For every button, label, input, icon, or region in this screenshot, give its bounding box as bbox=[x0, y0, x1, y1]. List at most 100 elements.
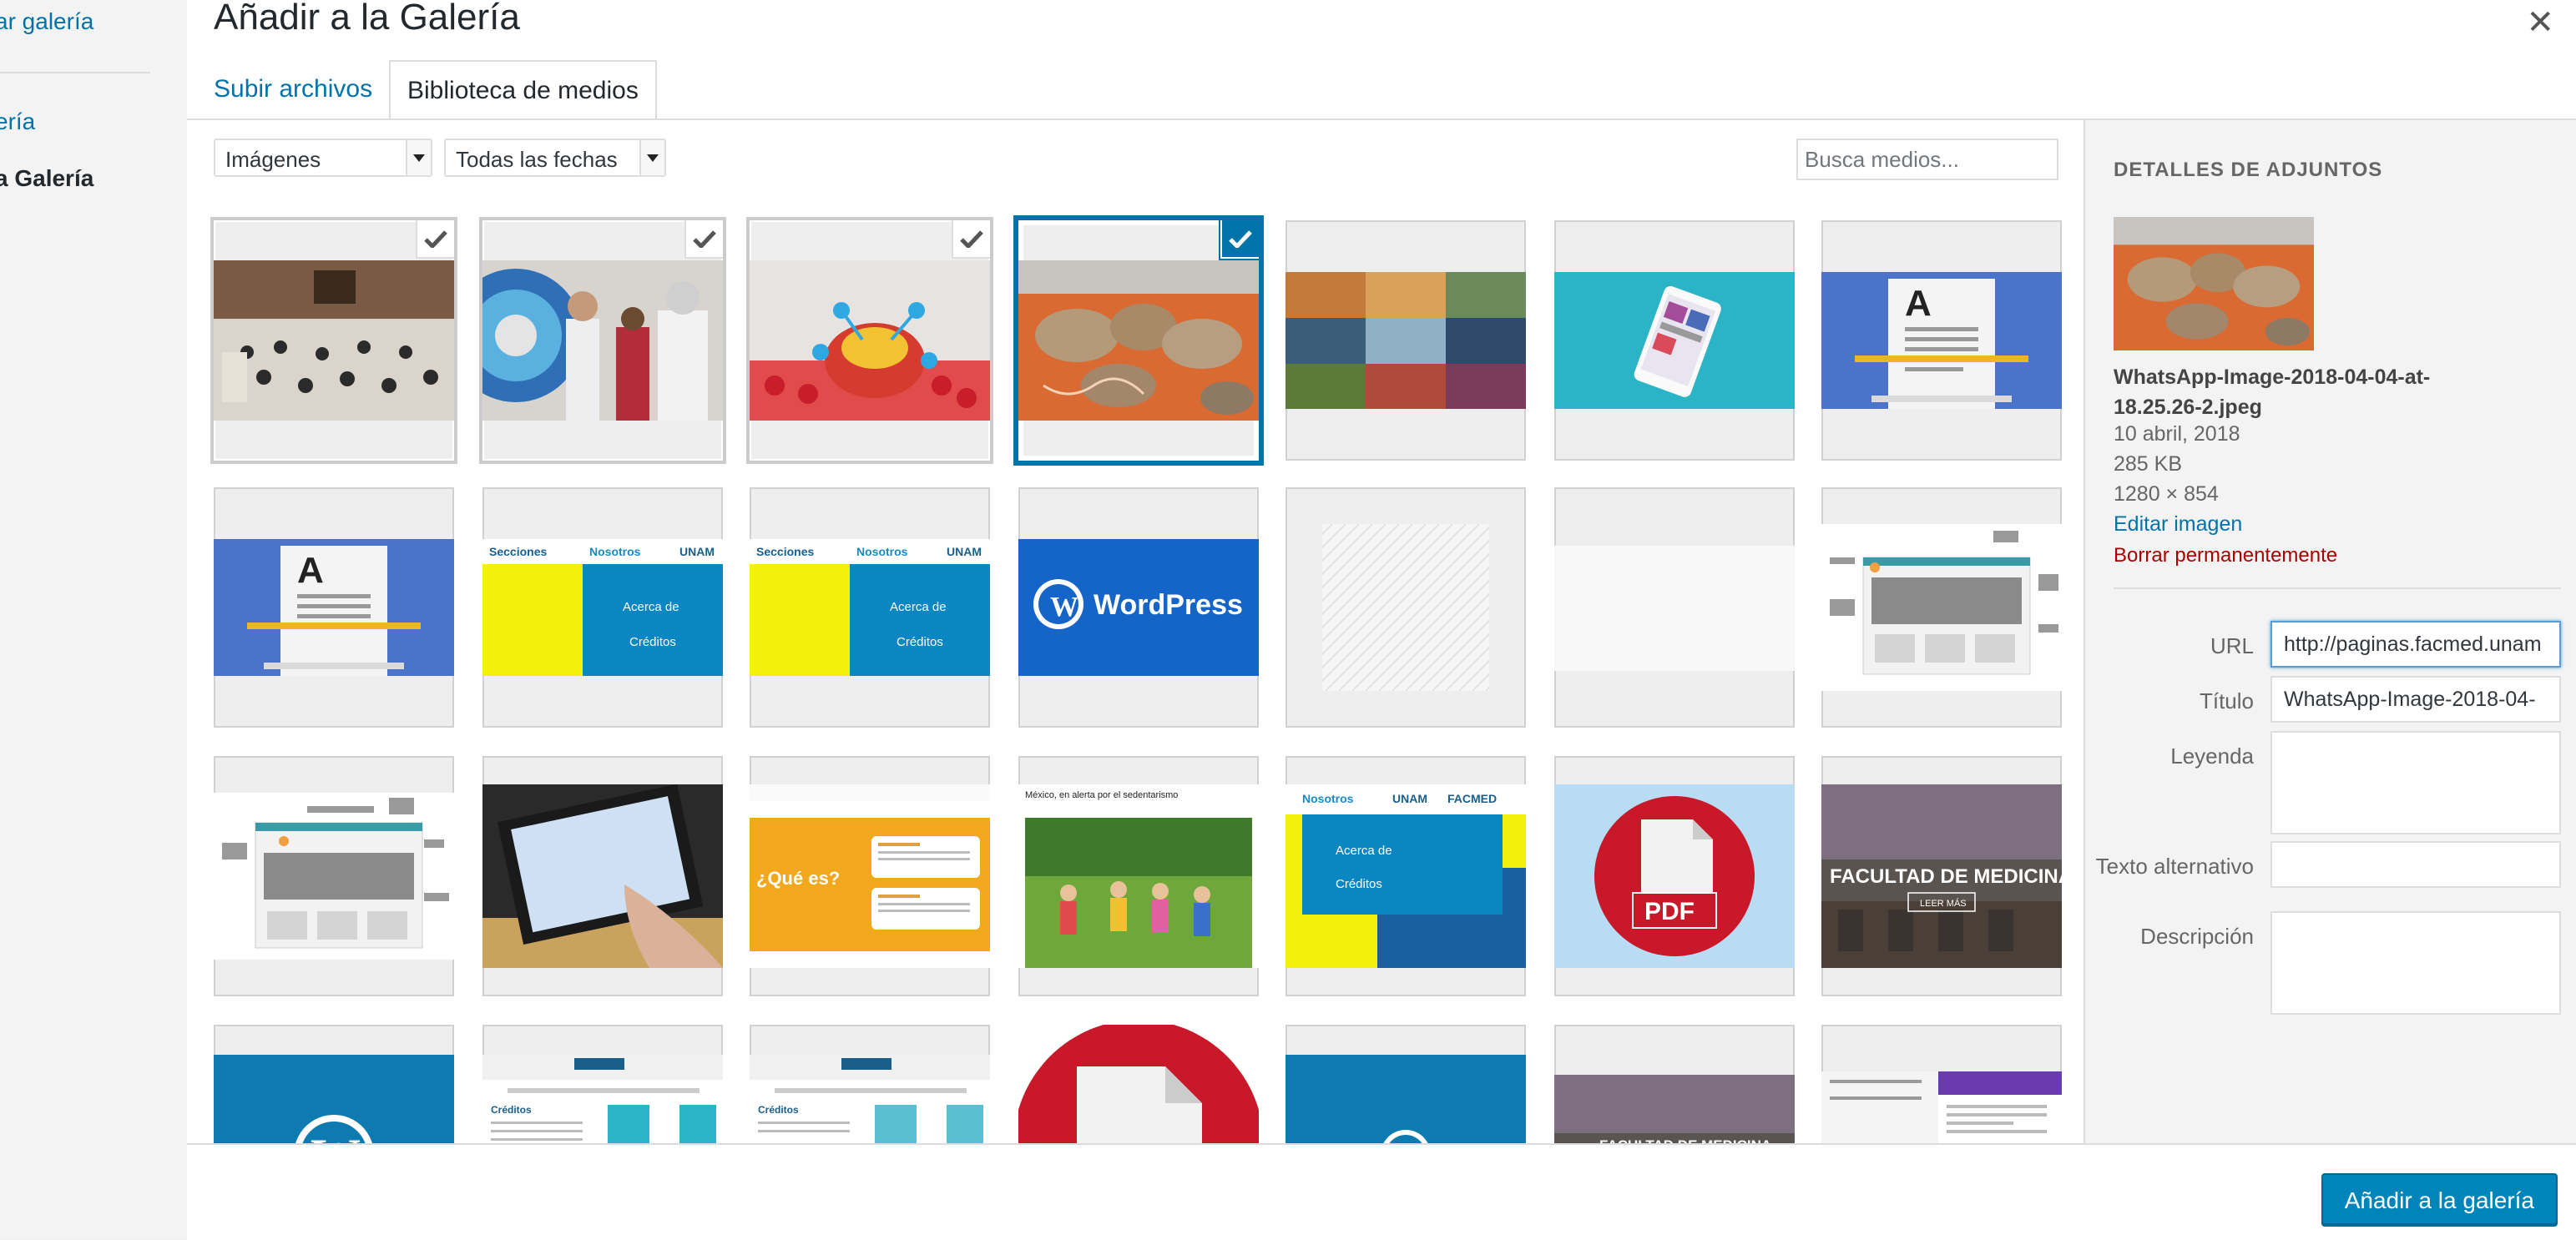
thumb-text-que-es: ¿Qué es? bbox=[756, 868, 840, 889]
url-field[interactable]: http://paginas.facmed.unam bbox=[2270, 621, 2561, 668]
thumb-text-leer-mas: LEER MÁS bbox=[1920, 898, 1967, 909]
media-tile[interactable]: México, en alerta por el sedentarismo bbox=[1018, 756, 1259, 996]
media-tile[interactable]: A bbox=[214, 487, 454, 728]
url-label: URL bbox=[2210, 633, 2254, 658]
attachment-details-panel: DETALLES DE ADJUNTOS WhatsApp-Image-2018… bbox=[2084, 120, 2576, 1143]
thumb-text-nosotros: Nosotros bbox=[1302, 792, 1354, 805]
thumbnail-photo-collage bbox=[1285, 272, 1526, 409]
selection-check[interactable] bbox=[416, 220, 454, 259]
thumb-text-mexico-alerta: México, en alerta por el sedentarismo bbox=[1025, 790, 1178, 800]
thumbnail-transparent bbox=[1322, 524, 1489, 691]
thumbnail-auditorium bbox=[214, 260, 454, 421]
thumbnail-site-menu: Secciones Nosotros UNAM Acerca de Crédit… bbox=[482, 539, 723, 676]
tab-upload-files[interactable]: Subir archivos bbox=[197, 60, 389, 118]
create-gallery-link[interactable]: ar galería bbox=[0, 8, 93, 35]
thumb-text-secciones: Secciones bbox=[489, 545, 547, 558]
attachment-thumbnail-image bbox=[2114, 217, 2314, 350]
svg-text:W: W bbox=[1050, 592, 1078, 623]
selection-check-active[interactable] bbox=[1220, 220, 1259, 259]
media-tile[interactable] bbox=[1554, 487, 1795, 728]
thumbnail-cell-model bbox=[750, 260, 990, 421]
thumb-text-acerca: Acerca de bbox=[623, 600, 679, 614]
title-field[interactable]: WhatsApp-Image-2018-04- bbox=[2270, 676, 2561, 723]
add-to-gallery-button[interactable]: Añadir a la galería bbox=[2321, 1173, 2558, 1225]
media-tile[interactable] bbox=[482, 220, 723, 461]
media-tile[interactable]: Créditos bbox=[482, 1025, 723, 1143]
media-tile[interactable] bbox=[1285, 220, 1526, 461]
thumb-text-facmed: FACMED bbox=[1447, 792, 1497, 805]
chevron-down-icon bbox=[639, 140, 664, 175]
edit-gallery-link[interactable]: ería bbox=[0, 108, 35, 135]
thumb-text-unam: UNAM bbox=[1392, 792, 1427, 805]
delete-permanently-link[interactable]: Borrar permanentemente bbox=[2114, 544, 2337, 567]
thumb-text-secciones: Secciones bbox=[756, 545, 814, 558]
media-tile[interactable] bbox=[1821, 1025, 2062, 1143]
thumbnail-admin-screenshot bbox=[1821, 1071, 2062, 1143]
search-input[interactable] bbox=[1796, 139, 2058, 180]
check-icon bbox=[1229, 230, 1252, 248]
media-tile[interactable]: Nosotros UNAM FACMED Acerca de Créditos bbox=[1285, 756, 1526, 996]
media-tile[interactable] bbox=[214, 220, 454, 461]
selection-check[interactable] bbox=[952, 220, 990, 259]
media-tile[interactable] bbox=[482, 756, 723, 996]
media-tile[interactable] bbox=[1018, 1025, 1259, 1143]
media-tile[interactable] bbox=[1285, 487, 1526, 728]
thumb-text-unam: UNAM bbox=[947, 545, 982, 558]
media-type-filter-value: Imágenes bbox=[225, 147, 321, 172]
attachment-thumbnail bbox=[2114, 217, 2314, 350]
media-tile[interactable]: FACULTAD DE MEDICINA LEER MÁS bbox=[1821, 756, 2062, 996]
add-to-gallery-label[interactable]: a Galería bbox=[0, 165, 93, 192]
media-tile[interactable] bbox=[214, 756, 454, 996]
media-tile[interactable] bbox=[1821, 487, 2062, 728]
thumb-text-facultad: FACULTAD DE MEDICINA bbox=[1830, 865, 2062, 888]
thumbnail-wordpress-blue: W bbox=[214, 1055, 454, 1143]
thumbnail-pdf-icon: PDF bbox=[1554, 784, 1795, 968]
description-field[interactable] bbox=[2270, 911, 2561, 1015]
modal-title: Añadir a la Galería bbox=[214, 0, 520, 38]
media-tile[interactable] bbox=[1554, 220, 1795, 461]
close-icon[interactable]: ✕ bbox=[2526, 3, 2554, 42]
media-tile[interactable]: PDF bbox=[1554, 756, 1795, 996]
thumb-text-acerca: Acerca de bbox=[890, 600, 947, 614]
thumb-text-wordpress: WordPress bbox=[1094, 589, 1243, 621]
media-type-filter[interactable]: Imágenes bbox=[214, 139, 432, 177]
date-filter[interactable]: Todas las fechas bbox=[444, 139, 666, 177]
thumb-text-pdf: PDF bbox=[1644, 898, 1695, 925]
thumbnail-wordpress-blue-2: W bbox=[1285, 1055, 1526, 1143]
media-tile[interactable]: A bbox=[1821, 220, 2062, 461]
media-tile[interactable]: Secciones Nosotros UNAM Acerca de Crédit… bbox=[482, 487, 723, 728]
thumbnail-que-es: ¿Qué es? bbox=[750, 784, 990, 968]
caption-field[interactable] bbox=[2270, 731, 2561, 834]
edit-image-link[interactable]: Editar imagen bbox=[2114, 512, 2242, 537]
media-tile[interactable]: W bbox=[1285, 1025, 1526, 1143]
media-tile[interactable]: Secciones Nosotros UNAM Acerca de Crédit… bbox=[750, 487, 990, 728]
thumb-text-nosotros: Nosotros bbox=[856, 545, 908, 558]
modal-toolbar: Añadir a la galería bbox=[187, 1143, 2576, 1240]
media-tile[interactable]: FACULTAD DE MEDICINA bbox=[1554, 1025, 1795, 1143]
svg-text:A: A bbox=[1905, 283, 1932, 324]
thumb-text-creditos-heading: Créditos bbox=[758, 1104, 799, 1116]
thumbnail-pdf-large bbox=[1018, 1025, 1259, 1143]
selection-check[interactable] bbox=[684, 220, 723, 259]
thumb-text-creditos-heading: Créditos bbox=[491, 1104, 532, 1116]
media-tile[interactable]: Créditos bbox=[750, 1025, 990, 1143]
media-tile-active[interactable] bbox=[1018, 220, 1259, 461]
media-tile[interactable]: W WordPress bbox=[1018, 487, 1259, 728]
attachment-dimensions: 1280 × 854 bbox=[2114, 482, 2219, 506]
left-sidebar: ar galería ería a Galería bbox=[0, 0, 189, 1238]
attachment-size: 285 KB bbox=[2114, 452, 2183, 476]
thumb-text-creditos: Créditos bbox=[897, 635, 943, 649]
caption-label: Leyenda bbox=[2170, 743, 2254, 769]
thumbnail-facultad-2: FACULTAD DE MEDICINA bbox=[1554, 1075, 1795, 1143]
thumb-text-acerca: Acerca de bbox=[1336, 844, 1392, 858]
thumbnail-kids-running: México, en alerta por el sedentarismo bbox=[1018, 784, 1259, 968]
media-tile[interactable] bbox=[750, 220, 990, 461]
thumb-text-unam: UNAM bbox=[679, 545, 715, 558]
media-tile[interactable]: ¿Qué es? bbox=[750, 756, 990, 996]
alt-text-field[interactable] bbox=[2270, 841, 2561, 888]
thumbnail-creditos-page-2: Créditos bbox=[750, 1055, 990, 1143]
title-label: Título bbox=[2199, 688, 2254, 713]
media-tile[interactable]: W bbox=[214, 1025, 454, 1143]
tab-media-library[interactable]: Biblioteca de medios bbox=[389, 60, 657, 122]
svg-text:A: A bbox=[297, 550, 324, 591]
